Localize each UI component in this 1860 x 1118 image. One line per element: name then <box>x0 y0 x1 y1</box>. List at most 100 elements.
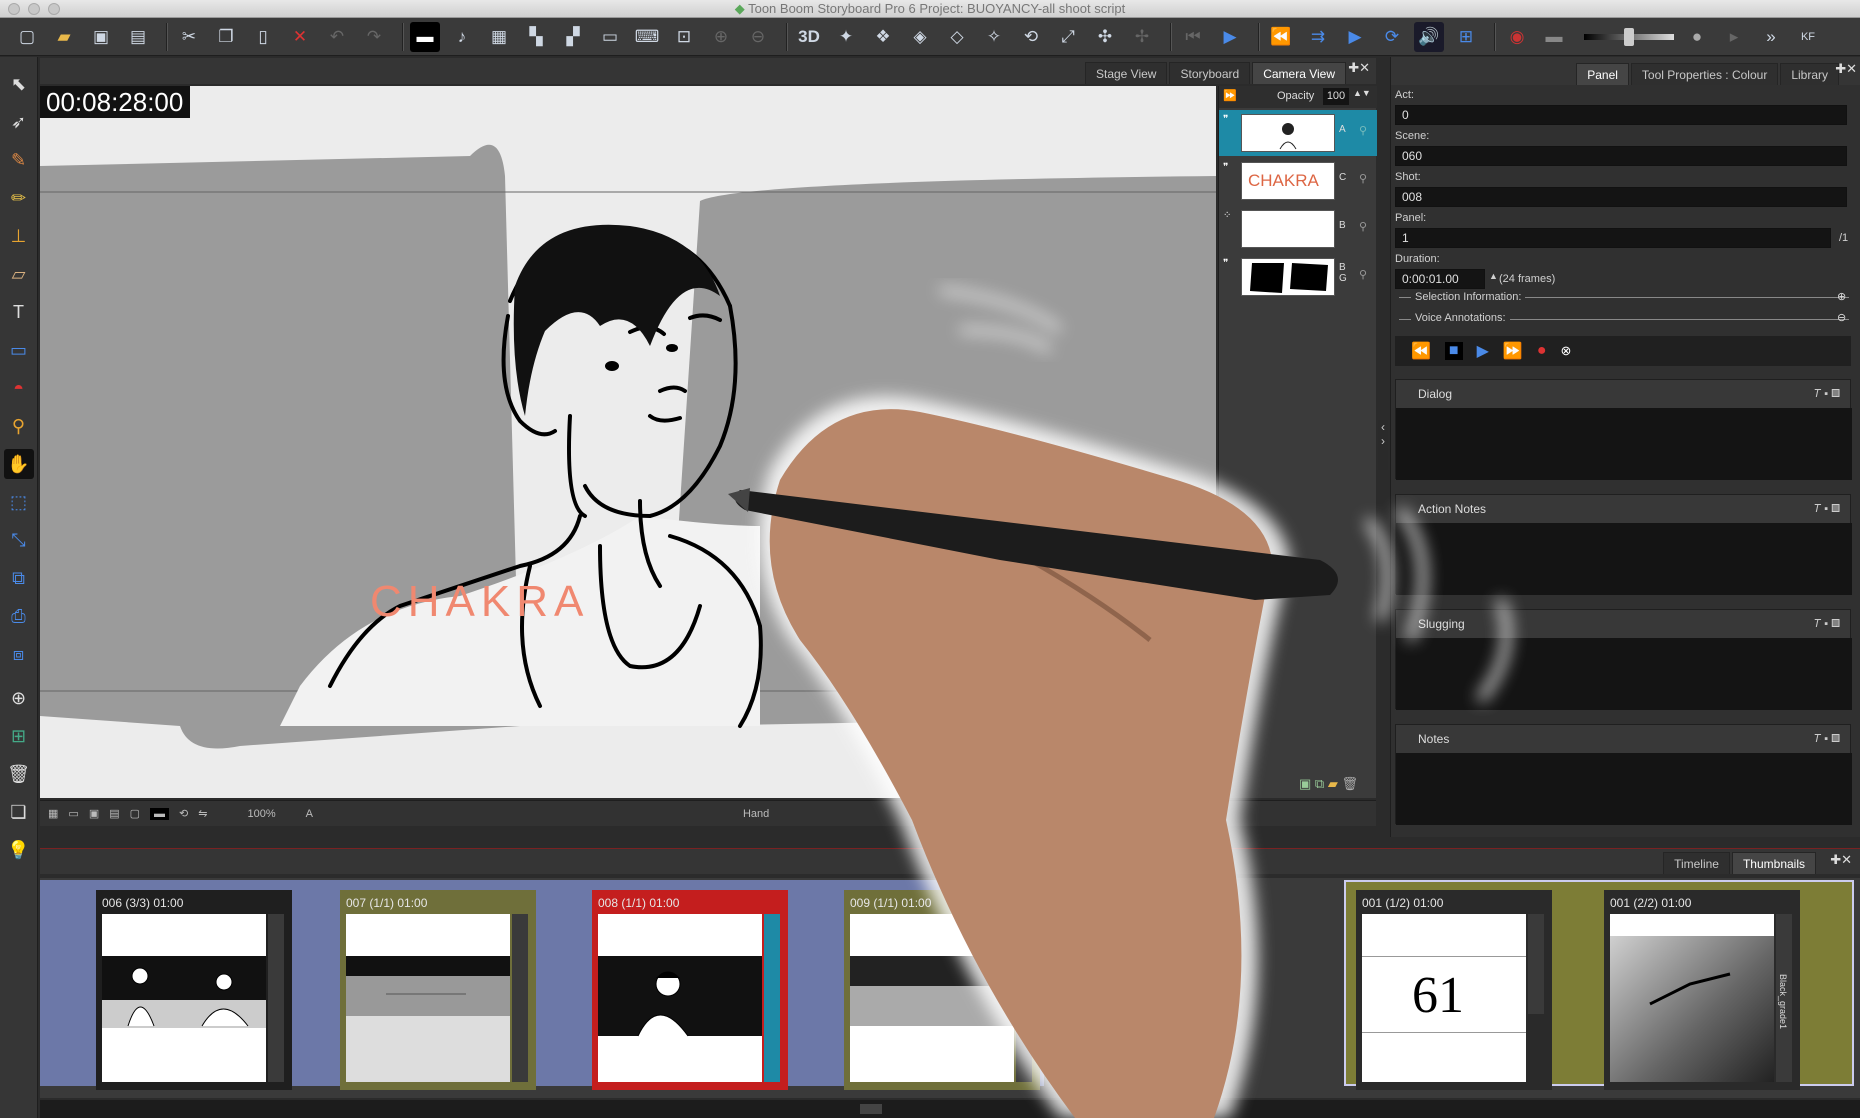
brush-tool-icon[interactable]: ✎ <box>4 145 34 175</box>
tab-tool-properties[interactable]: Tool Properties : Colour <box>1630 63 1779 85</box>
thumbnails-scrollbar[interactable] <box>40 1100 1860 1118</box>
thumbnail-layer-strip[interactable]: Black_grade1 <box>1776 914 1792 1082</box>
layer-row-a[interactable]: ❞ A ⚲ <box>1219 110 1377 156</box>
camera-add-icon[interactable]: ❖ <box>868 22 898 52</box>
panel-field[interactable]: 1 <box>1395 228 1831 248</box>
camera-scale-icon[interactable]: ⤢ <box>1053 22 1083 52</box>
thumbnail-panel-006[interactable]: 006 (3/3) 01:00 <box>96 890 292 1090</box>
light-table-icon[interactable]: ▬ <box>150 807 170 820</box>
new-panel-icon[interactable]: ⧈ <box>4 639 34 669</box>
camera-shake-icon[interactable]: ✢ <box>1127 22 1157 52</box>
3d-icon[interactable]: 3D <box>794 22 824 52</box>
dropper-tool-icon[interactable]: ⚲ <box>4 411 34 441</box>
thumbnail-layer-strip[interactable] <box>512 914 528 1082</box>
slugging-textarea[interactable] <box>1396 638 1852 710</box>
thumbnail-panel-007[interactable]: 007 (1/1) 01:00 <box>340 890 536 1090</box>
keyboard-icon[interactable]: ⌨ <box>632 22 662 52</box>
play-selection-icon[interactable]: ▶ <box>1215 22 1245 52</box>
notes-textarea[interactable] <box>1396 753 1852 825</box>
delete-audio-icon[interactable]: ⊗ <box>1561 343 1572 359</box>
layer-quote-icon[interactable]: ❞ <box>1223 114 1228 125</box>
layer-quote-icon[interactable]: ❞ <box>1223 162 1228 173</box>
overflow-chevron-icon[interactable]: » <box>1756 22 1786 52</box>
play-icon[interactable]: ▶ <box>1340 22 1370 52</box>
onion-skin-icon[interactable]: ♪ <box>447 22 477 52</box>
cut-icon[interactable]: ✂ <box>174 22 204 52</box>
action-notes-textarea[interactable] <box>1396 523 1852 595</box>
more-tools-icon[interactable]: ▸ <box>1719 22 1749 52</box>
paint-tool-icon[interactable]: ◓ <box>4 373 34 403</box>
previous-panel-icon[interactable]: ⏪ <box>1266 22 1296 52</box>
reposition-tool-icon[interactable]: ⤡ <box>4 525 34 555</box>
safe-area-icon[interactable]: ⊡ <box>669 22 699 52</box>
camera-reset-icon[interactable]: ◇ <box>942 22 972 52</box>
slider-handle[interactable] <box>1624 27 1634 46</box>
right-add-close-icon[interactable]: ✚✕ <box>1835 61 1857 77</box>
brush-size-slider[interactable] <box>1584 27 1674 46</box>
tab-library[interactable]: Library <box>1780 63 1839 85</box>
tab-storyboard[interactable]: Storyboard <box>1169 62 1251 84</box>
contour-editor-icon[interactable]: ➶ <box>4 107 34 137</box>
section-tools-icon[interactable]: 𝑇 ▪ ▤ <box>1814 610 1840 638</box>
panel-splitter[interactable]: ‹ › <box>1378 420 1388 470</box>
layer-lock-icon[interactable]: ⚲ <box>1359 220 1367 233</box>
camera-view-canvas[interactable]: CHAKRA <box>40 86 1216 798</box>
outline-icon[interactable]: ▢ <box>130 807 140 820</box>
key-frame-icon[interactable]: KF <box>1793 22 1823 52</box>
motion-icon[interactable]: ✦ <box>831 22 861 52</box>
camera-move-icon[interactable]: ✧ <box>979 22 1009 52</box>
duration-stepper-icon[interactable]: ▲ <box>1489 271 1498 281</box>
grid-toggle-icon[interactable]: ▦ <box>48 807 58 820</box>
render-preview-icon[interactable]: ▤ <box>109 807 119 820</box>
close-window-button[interactable] <box>8 3 20 15</box>
frame-overlay-icon[interactable]: ▣ <box>89 807 99 820</box>
selection-info-expand-icon[interactable]: ⊕ <box>1837 290 1846 303</box>
layer-row-b[interactable]: ⁘ B ⚲ <box>1219 206 1377 252</box>
layer-lock-icon[interactable]: ⚲ <box>1359 268 1367 281</box>
thumbnail-layer-strip[interactable] <box>1528 914 1544 1014</box>
layout-alt-icon[interactable]: ▞ <box>558 22 588 52</box>
multi-view-icon[interactable]: ⊞ <box>1451 22 1481 52</box>
save-icon[interactable]: ▣ <box>86 22 116 52</box>
play-audio-icon[interactable]: ▶ <box>1477 341 1489 361</box>
trash-icon[interactable]: 🗑 <box>4 759 34 789</box>
minimize-window-button[interactable] <box>28 3 40 15</box>
scrollbar-thumb[interactable] <box>860 1104 882 1114</box>
stop-icon[interactable]: ■ <box>1444 342 1463 360</box>
tab-camera-view[interactable]: Camera View <box>1252 62 1346 84</box>
paste-icon[interactable]: ▯ <box>248 22 278 52</box>
fast-forward-icon[interactable]: ⏩ <box>1503 341 1523 361</box>
zoom-level[interactable]: 100% <box>247 808 275 820</box>
grid-icon[interactable]: ▦ <box>484 22 514 52</box>
shot-field[interactable]: 008 <box>1395 187 1847 207</box>
step-icon[interactable]: ⇉ <box>1303 22 1333 52</box>
text-tool-icon[interactable]: T <box>4 297 34 327</box>
duration-field[interactable]: 0:00:01.00 <box>1395 269 1485 289</box>
safe-frame-icon[interactable]: ▭ <box>68 807 78 820</box>
add-scene-icon[interactable]: ⊞ <box>4 721 34 751</box>
bottom-add-close-icon[interactable]: ✚✕ <box>1830 852 1852 868</box>
camera-rotate-icon[interactable]: ⟲ <box>1016 22 1046 52</box>
tab-stage-view[interactable]: Stage View <box>1084 62 1168 84</box>
layer-lock-icon[interactable]: ⚲ <box>1359 172 1367 185</box>
section-tools-icon[interactable]: 𝑇 ▪ ▤ <box>1814 380 1840 408</box>
sound-icon[interactable]: 🔊 <box>1414 21 1444 52</box>
eraser-preset-icon[interactable]: ▬ <box>1539 22 1569 52</box>
select-tool-icon[interactable]: ⬉ <box>4 69 34 99</box>
zoom-out-icon[interactable]: ⊖ <box>743 22 773 52</box>
hand-tool-icon[interactable]: ✋ <box>3 449 34 479</box>
shape-tool-icon[interactable]: ▭ <box>4 335 34 365</box>
lightbulb-icon[interactable]: 💡 <box>4 835 34 865</box>
insert-panel-icon[interactable]: ⊕ <box>4 683 34 713</box>
first-frame-icon[interactable]: ⏮ <box>1178 22 1208 52</box>
loop-icon[interactable]: ⟳ <box>1377 22 1407 52</box>
camera-path-icon[interactable]: ✣ <box>1090 22 1120 52</box>
thumbnail-panel-009[interactable]: 009 (1/1) 01:00 <box>844 890 1040 1090</box>
colour-swatch[interactable] <box>1110 807 1124 821</box>
copy-icon[interactable]: ❐ <box>211 22 241 52</box>
brush-shape-icon[interactable]: ● <box>1682 22 1712 52</box>
thumbnail-panel-001-a[interactable]: 001 (1/2) 01:00 61 <box>1356 890 1552 1090</box>
thumbnail-panel-001-b[interactable]: 001 (2/2) 01:00 Black_grade1 <box>1604 890 1800 1090</box>
thumbnail-layer-strip[interactable] <box>764 914 780 1082</box>
delete-layer-icon[interactable]: 🗑 <box>1341 776 1358 791</box>
